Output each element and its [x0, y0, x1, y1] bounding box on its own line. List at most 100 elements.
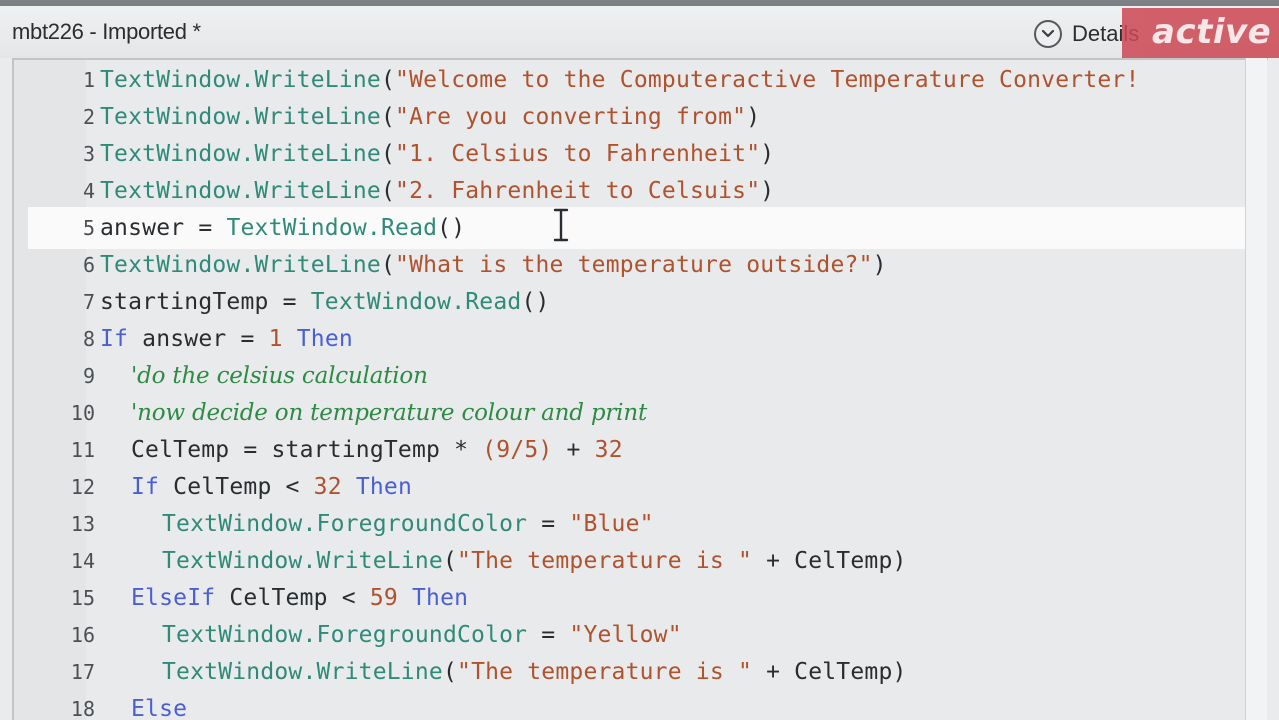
code-token-operator: =	[184, 215, 227, 241]
code-token-plain: answer	[100, 215, 185, 241]
code-line[interactable]: 8 If answer = 1 Then	[28, 321, 1258, 358]
code-token-string: "Welcome to the Computeractive Temperatu…	[395, 67, 1140, 93]
code-token-plain: ()	[437, 215, 466, 241]
code-text: TextWindow.WriteLine("The temperature is…	[162, 654, 907, 691]
code-line[interactable]: 9 'do the celsius calculation	[28, 358, 1258, 395]
line-number: 12	[70, 475, 95, 499]
code-line[interactable]: 10 'now decide on temperature colour and …	[28, 395, 1258, 432]
code-token-string: "Yellow"	[569, 622, 682, 648]
line-number: 9	[82, 364, 95, 388]
code-text: CelTemp = startingTemp * (9/5) + 32	[131, 432, 623, 469]
code-line[interactable]: 15 ElseIf CelTemp < 59 Then	[28, 580, 1258, 617]
code-line[interactable]: 17 TextWindow.WriteLine("The temperature …	[28, 654, 1258, 691]
code-line[interactable]: 18 Else	[28, 691, 1258, 720]
code-token-operator: =	[527, 622, 570, 648]
code-token-number: 59	[369, 585, 398, 611]
code-token-operator: +	[552, 437, 595, 463]
code-text: TextWindow.WriteLine("Are you converting…	[100, 99, 760, 136]
code-text: TextWindow.WriteLine("Welcome to the Com…	[100, 62, 1140, 99]
code-token-string: "The temperature is "	[457, 659, 753, 685]
code-token-keyword: Then	[296, 326, 353, 352]
code-token-plain: answer =	[128, 326, 269, 352]
code-token-number: (9/5)	[482, 437, 553, 463]
document-title: mbt226 - Imported *	[12, 19, 201, 44]
code-token-operator: *	[440, 437, 483, 463]
code-token-string: "The temperature is "	[457, 548, 753, 574]
code-line[interactable]: 4 TextWindow.WriteLine("2. Fahrenheit to …	[28, 173, 1258, 210]
code-text: TextWindow.ForegroundColor = "Blue"	[162, 506, 654, 543]
code-line[interactable]: 3 TextWindow.WriteLine("1. Celsius to Fah…	[28, 136, 1258, 173]
code-token-plain: startingTemp	[100, 289, 269, 315]
code-token-plain: )	[872, 252, 887, 278]
line-number: 15	[70, 586, 95, 610]
code-token-plain: (	[442, 659, 458, 685]
code-token-object: TextWindow.Read	[226, 215, 438, 241]
code-token-keyword: If	[131, 474, 160, 500]
code-token-number: 1	[268, 326, 283, 352]
code-line[interactable]: 11 CelTemp = startingTemp * (9/5) + 32	[28, 432, 1258, 469]
code-token-string: "2. Fahrenheit to Celsuis"	[395, 178, 761, 204]
code-token-plain: (	[380, 67, 396, 93]
code-line[interactable]: 1 TextWindow.WriteLine("Welcome to the Co…	[28, 62, 1258, 99]
code-line[interactable]: 12 If CelTemp < 32 Then	[28, 469, 1258, 506]
code-token-comment: 'do the celsius calculation	[131, 363, 428, 389]
code-line[interactable]: 16 TextWindow.ForegroundColor = "Yellow"	[28, 617, 1258, 654]
chevron-down-icon	[1034, 20, 1062, 48]
line-number: 5	[82, 216, 95, 240]
code-line[interactable]: 14 TextWindow.WriteLine("The temperature …	[28, 543, 1258, 580]
code-token-keyword: If	[100, 326, 129, 352]
code-token-object: TextWindow.WriteLine	[162, 548, 443, 574]
code-line[interactable]: 6 TextWindow.WriteLine("What is the tempe…	[28, 247, 1258, 284]
code-token-plain: (	[380, 104, 396, 130]
code-token-string: "What is the temperature outside?"	[395, 252, 873, 278]
code-token-plain: CelTemp <	[215, 585, 370, 611]
code-token-string: "Are you converting from"	[395, 104, 747, 130]
code-token-object: TextWindow.ForegroundColor	[162, 622, 528, 648]
code-text: 'do the celsius calculation	[131, 358, 428, 395]
channel-watermark-logo: active	[1122, 8, 1279, 58]
code-text: If CelTemp < 32 Then	[131, 469, 412, 506]
code-token-plain: )	[760, 141, 775, 167]
line-number: 8	[82, 327, 95, 351]
vertical-scrollbar[interactable]	[1245, 58, 1267, 720]
line-number: 7	[82, 290, 95, 314]
line-number: 1	[82, 68, 95, 92]
code-token-object: TextWindow.Read	[310, 289, 522, 315]
line-number: 13	[70, 512, 95, 536]
line-number: 6	[82, 253, 95, 277]
code-token-object: TextWindow.WriteLine	[100, 67, 381, 93]
code-token-string: "1. Celsius to Fahrenheit"	[395, 141, 761, 167]
code-token-object: TextWindow.WriteLine	[162, 659, 443, 685]
code-text: 'now decide on temperature colour and pr…	[131, 395, 647, 432]
code-line[interactable]: 5 answer = TextWindow.Read()	[28, 207, 1258, 249]
line-number: 4	[82, 179, 95, 203]
code-token-plain: CelTemp	[131, 437, 230, 463]
code-line[interactable]: 7 startingTemp = TextWindow.Read()	[28, 284, 1258, 321]
code-text: TextWindow.WriteLine("The temperature is…	[162, 543, 907, 580]
code-token-object: TextWindow.WriteLine	[100, 141, 381, 167]
code-text: If answer = 1 Then	[100, 321, 353, 358]
code-token-object: TextWindow.WriteLine	[100, 104, 381, 130]
code-token-operator: =	[229, 437, 272, 463]
code-text: Else	[131, 691, 187, 720]
code-token-plain: startingTemp	[271, 437, 441, 463]
code-token-plain: CelTemp <	[159, 474, 314, 500]
code-line[interactable]: 2 TextWindow.WriteLine("Are you convertin…	[28, 99, 1258, 136]
code-text: TextWindow.WriteLine("2. Fahrenheit to C…	[100, 173, 774, 210]
code-text: TextWindow.WriteLine("What is the temper…	[100, 247, 887, 284]
code-editor[interactable]: 1 TextWindow.WriteLine("Welcome to the Co…	[12, 58, 1268, 720]
code-token-plain: )	[760, 178, 775, 204]
code-token-plain: (	[380, 141, 396, 167]
code-token-keyword: Else	[131, 696, 188, 720]
document-title-bar: mbt226 - Imported * Details	[0, 6, 1279, 58]
code-token-keyword: Then	[412, 585, 469, 611]
code-token-plain: + CelTemp)	[752, 659, 907, 685]
code-token-keyword: ElseIf	[131, 585, 216, 611]
code-token-keyword: Then	[355, 474, 413, 500]
code-line[interactable]: 13 TextWindow.ForegroundColor = "Blue"	[28, 506, 1258, 543]
code-token-plain: ()	[521, 289, 550, 315]
line-number: 16	[70, 623, 95, 647]
